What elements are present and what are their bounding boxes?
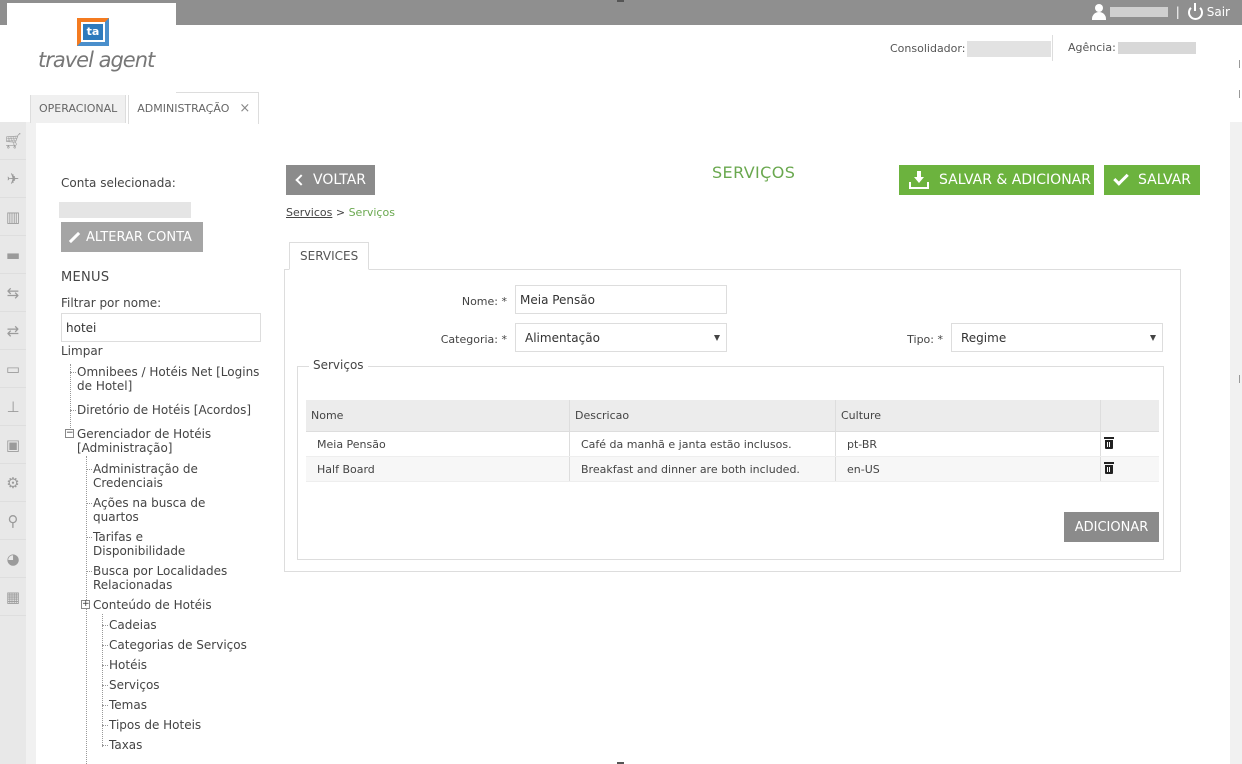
pie-chart-icon[interactable]: ◕: [0, 540, 26, 578]
plane-icon[interactable]: ✈︎: [0, 160, 26, 198]
consolidador-value-redacted: [967, 41, 1052, 57]
module-tabs: OPERACIONAL ADMINISTRAÇÃO ×: [30, 92, 261, 124]
services-legend: Serviços: [309, 358, 368, 372]
clipboard-check-icon[interactable]: ▣: [0, 426, 26, 464]
tab-services[interactable]: SERVICES: [289, 242, 370, 270]
menu-item-busca-localidades[interactable]: Busca por Localidades Relacionadas: [93, 564, 253, 592]
menu-item-conteudo[interactable]: Conteúdo de Hotéis: [93, 598, 253, 612]
user-icon: [1091, 4, 1106, 20]
agencia-value-redacted: [1117, 42, 1196, 54]
cell-descricao: Breakfast and dinner are both included.: [570, 457, 836, 481]
menu-item-servicos[interactable]: Serviços: [109, 678, 160, 692]
consolidador-info: Consolidador:: [890, 41, 1052, 57]
transfer-icon[interactable]: ⇄: [0, 312, 26, 350]
building-icon[interactable]: ▥: [0, 198, 26, 236]
user-area: | Sair: [1091, 2, 1230, 22]
page-title: SERVIÇOS: [712, 163, 796, 182]
save-and-add-button[interactable]: SALVAR & ADICIONAR: [899, 165, 1094, 195]
services-form-panel: Nome: * Meia Pensão Categoria: * Aliment…: [284, 269, 1181, 572]
menu-item-categorias[interactable]: Categorias de Serviços: [109, 638, 247, 652]
search-icon[interactable]: ⚲: [0, 502, 26, 540]
column-header-descricao[interactable]: Descricao: [570, 400, 836, 431]
menu-item-admin-credenciais[interactable]: Administração de Credenciais: [93, 462, 223, 490]
content-area: Conta selecionada: ALTERAR CONTA MENUS F…: [36, 122, 1230, 764]
breadcrumb-separator: >: [335, 206, 346, 219]
cell-nome: Half Board: [306, 457, 570, 481]
chevron-left-icon: [295, 174, 307, 186]
expand-toggle-conteudo[interactable]: +: [81, 600, 90, 609]
menu-item-tarifas[interactable]: Tarifas e Disponibilidade: [93, 530, 223, 558]
tipo-label: Tipo: *: [907, 333, 943, 346]
gear-icon[interactable]: ⚙︎: [0, 464, 26, 502]
cell-descricao: Café da manhã e janta estão inclusos.: [570, 432, 836, 456]
grid-header: Nome Descricao Culture: [306, 400, 1159, 432]
chevron-down-icon: [714, 335, 720, 341]
table-row[interactable]: Half Board Breakfast and dinner are both…: [306, 457, 1159, 482]
save-button[interactable]: SALVAR: [1104, 165, 1200, 195]
breadcrumb-link-servicos[interactable]: Servicos: [286, 206, 332, 219]
menu-item-temas[interactable]: Temas: [109, 698, 147, 712]
column-header-culture[interactable]: Culture: [836, 400, 1101, 431]
categoria-label: Categoria: *: [440, 333, 507, 346]
cart-icon[interactable]: 🛒︎: [0, 122, 26, 160]
agencia-info: Agência:: [1068, 41, 1196, 54]
trash-icon[interactable]: [1104, 461, 1114, 474]
collapse-toggle-gerenciador[interactable]: −: [65, 429, 74, 438]
close-tab-icon[interactable]: ×: [239, 101, 250, 116]
table-row[interactable]: Meia Pensão Café da manhã e janta estão …: [306, 432, 1159, 457]
header-divider: [1052, 35, 1053, 61]
car-icon[interactable]: ▭: [0, 350, 26, 388]
tab-administracao[interactable]: ADMINISTRAÇÃO ×: [128, 92, 260, 124]
tipo-select[interactable]: Regime: [951, 323, 1163, 352]
categoria-select[interactable]: Alimentação: [515, 323, 727, 352]
agencia-label: Agência:: [1068, 41, 1116, 54]
logout-link[interactable]: Sair: [1207, 5, 1230, 19]
scroll-marker-top: [617, 0, 624, 2]
services-grid: Nome Descricao Culture Meia Pensão Café …: [306, 400, 1159, 482]
main-panel: VOLTAR SERVIÇOS SALVAR & ADICIONAR SALVA…: [284, 122, 1206, 764]
menu-tree: Omnibees / Hotéis Net [Logins de Hotel] …: [61, 122, 271, 764]
logo-mark: ta: [77, 18, 109, 46]
column-header-nome[interactable]: Nome: [306, 400, 570, 431]
menu-item-hoteis[interactable]: Hotéis: [109, 658, 147, 672]
signpost-icon[interactable]: ⇆: [0, 274, 26, 312]
nome-label: Nome: *: [461, 295, 507, 308]
power-icon[interactable]: [1187, 2, 1203, 20]
left-icon-rail: 🛒︎ ✈︎ ▥ ▬ ⇆ ⇄ ▭ ⊥ ▣ ⚙︎ ⚲ ◕ ▦: [0, 122, 26, 764]
logo-text: travel agent: [38, 48, 155, 72]
cell-culture: en-US: [836, 457, 1101, 481]
menu-item-taxas[interactable]: Taxas: [109, 738, 142, 752]
column-header-actions: [1101, 400, 1159, 431]
breadcrumb: Servicos > Serviços: [286, 206, 395, 219]
tab-operacional[interactable]: OPERACIONAL: [30, 92, 127, 123]
add-service-button[interactable]: ADICIONAR: [1064, 512, 1159, 542]
nome-input[interactable]: Meia Pensão: [515, 285, 727, 314]
consolidador-label: Consolidador:: [890, 42, 966, 55]
hierarchy-icon[interactable]: ⊥: [0, 388, 26, 426]
menu-item-diretorio[interactable]: Diretório de Hotéis [Acordos]: [77, 403, 267, 417]
check-icon: [1113, 170, 1129, 186]
right-scroll-edge: [1237, 0, 1242, 764]
menu-item-cadeias[interactable]: Cadeias: [109, 618, 157, 632]
download-tray-icon: [909, 171, 929, 189]
services-fieldset: Serviços Nome Descricao Culture Meia Pen…: [297, 358, 1164, 560]
menu-item-acoes-busca[interactable]: Ações na busca de quartos: [93, 496, 223, 524]
topbar-separator: |: [1175, 5, 1180, 19]
chevron-down-icon: [1150, 335, 1156, 341]
logo[interactable]: ta travel agent: [7, 3, 176, 95]
user-name-redacted: [1109, 7, 1168, 17]
back-button[interactable]: VOLTAR: [286, 165, 375, 195]
menu-item-gerenciador[interactable]: Gerenciador de Hotéis [Administração]: [77, 427, 267, 455]
breadcrumb-current: Serviços: [348, 206, 395, 219]
calendar-icon[interactable]: ▦: [0, 578, 26, 616]
menu-item-tipos[interactable]: Tipos de Hoteis: [109, 718, 201, 732]
briefcase-icon[interactable]: ▬: [0, 236, 26, 274]
menu-item-omnibees[interactable]: Omnibees / Hotéis Net [Logins de Hotel]: [77, 365, 267, 393]
cell-nome: Meia Pensão: [306, 432, 570, 456]
top-bar: | Sair: [0, 0, 1242, 25]
cell-culture: pt-BR: [836, 432, 1101, 456]
trash-icon[interactable]: [1104, 436, 1114, 449]
